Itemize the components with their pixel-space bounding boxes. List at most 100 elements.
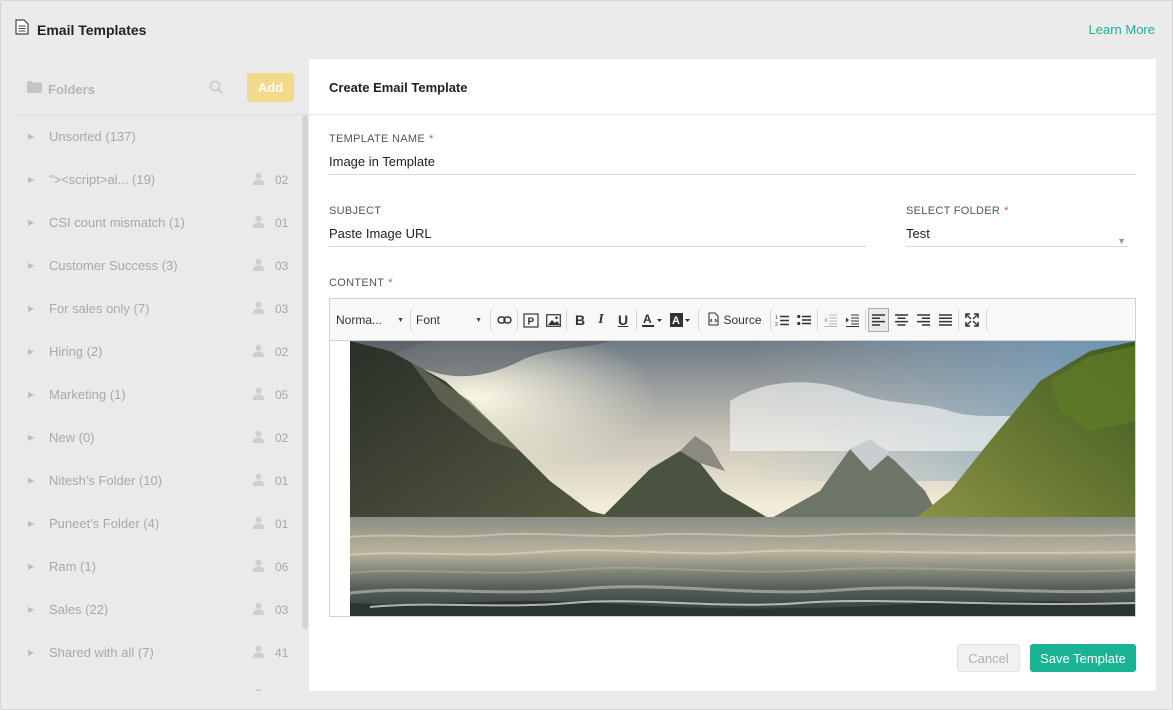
folder-list: ▶ Unsorted (137) ▶ "><script>al... (19) 02 ▶ C… [14,115,301,691]
shared-users-count: 03 [275,689,288,692]
format-dropdown[interactable]: Norma... ▼ [334,308,406,332]
outdent-icon[interactable] [820,308,840,332]
sidebar-item[interactable]: ▶ Nitesh's Folder (10) 01 [14,459,301,502]
shared-users-count: 02 [275,344,289,359]
sidebar-item-label: Unsorted (137) [49,129,136,144]
caret-right-icon[interactable]: ▶ [28,605,34,614]
subject-input[interactable]: Paste Image URL [329,223,866,247]
caret-right-icon[interactable]: ▶ [28,132,34,141]
caret-right-icon[interactable]: ▶ [28,261,34,270]
template-name-label-text: TEMPLATE NAME [329,133,425,145]
italic-icon[interactable]: I [591,308,611,332]
folder-select[interactable]: Test ▼ [906,223,1128,247]
shared-users-count: 01 [275,473,289,488]
sidebar-item[interactable]: ▶ For sales only (7) 03 [14,287,301,330]
sidebar-item[interactable]: ▶ Unsorted (137) [14,115,301,158]
user-icon [252,645,265,661]
paragraph-icon[interactable]: P [521,308,541,332]
cancel-button[interactable]: Cancel [957,644,1020,672]
caret-right-icon[interactable]: ▶ [28,519,34,528]
align-right-icon[interactable] [913,308,933,332]
sidebar-item[interactable]: ▶ Marketing (1) 05 [14,373,301,416]
template-name-input[interactable]: Image in Template [329,151,1136,175]
folders-header: Folders Add [14,59,308,115]
caret-right-icon[interactable]: ▶ [28,476,34,485]
sidebar-item[interactable]: ▶ New (0) 02 [14,416,301,459]
image-icon[interactable] [543,308,563,332]
sidebar-item[interactable]: ▶ Customer Success (3) 03 [14,244,301,287]
align-left-icon[interactable] [868,308,889,332]
caret-right-icon[interactable]: ▶ [28,304,34,313]
background-color-icon[interactable]: A [668,308,694,332]
svg-text:A: A [672,315,680,327]
caret-right-icon[interactable]: ▶ [28,347,34,356]
panel-header: Create Email Template [309,59,1156,115]
sidebar-scrollbar[interactable] [302,115,308,629]
underline-icon[interactable]: U [613,308,633,332]
align-center-icon[interactable] [891,308,911,332]
indent-icon[interactable] [842,308,862,332]
sidebar-item-label: Nitesh's Folder (10) [49,473,163,488]
toolbar-separator [865,310,866,330]
sidebar-item-label: Marketing (1) [49,387,126,402]
bold-icon[interactable]: B [570,308,590,332]
page-title: Email Templates [37,21,147,38]
sidebar-item-label: Puneet's Folder (4) [49,516,160,531]
toolbar-separator [517,310,518,330]
learn-more-link[interactable]: Learn More [1089,22,1155,37]
sidebar-item-label: Sm...y (1) [49,688,105,691]
required-mark: * [1004,205,1009,217]
caret-right-icon[interactable]: ▶ [28,433,34,442]
link-icon[interactable] [494,308,514,332]
source-button[interactable]: Source [702,308,768,332]
sidebar-item-label: Sales (22) [49,602,109,617]
sidebar-item[interactable]: ▶ "><script>al... (19) 02 [14,158,301,201]
folder-select-value: Test [906,226,930,241]
top-bar: Email Templates Learn More [1,1,1172,58]
font-dropdown[interactable]: Font ▼ [414,308,484,332]
numbered-list-icon[interactable]: 12 [772,308,792,332]
folder-icon [27,80,42,98]
content-label: CONTENT * [329,277,393,289]
sidebar-item[interactable]: ▶ CSI count mismatch (1) 01 [14,201,301,244]
search-icon[interactable] [209,80,224,100]
document-icon [15,19,29,40]
sidebar-item[interactable]: ▶ Shared with all (7) 41 [14,631,301,674]
caret-right-icon[interactable]: ▶ [28,648,34,657]
text-color-icon[interactable]: A [640,308,666,332]
sidebar-item[interactable]: ▶ Sales (22) 03 [14,588,301,631]
caret-right-icon[interactable]: ▶ [28,218,34,227]
toolbar-separator [770,310,771,330]
user-icon [252,172,265,188]
template-name-label: TEMPLATE NAME * [329,133,434,145]
sidebar-item[interactable]: ▶ Puneet's Folder (4) 01 [14,502,301,545]
select-folder-label-text: SELECT FOLDER [906,205,1001,217]
content-label-text: CONTENT [329,277,385,289]
sidebar-item[interactable]: ▶ Hiring (2) 02 [14,330,301,373]
create-template-panel: Create Email Template TEMPLATE NAME * Ima… [309,59,1156,691]
toolbar-separator [817,310,818,330]
page-header: Email Templates [15,19,146,40]
rich-text-editor: Norma... ▼ Font ▼ P B I U A A Source 1 2 [329,298,1136,617]
user-icon [252,258,265,274]
caret-right-icon[interactable]: ▶ [28,562,34,571]
svg-text:1: 1 [775,315,778,321]
add-folder-button[interactable]: Add [247,73,294,102]
sidebar-item-label: Shared with all (7) [49,645,154,660]
caret-right-icon[interactable]: ▶ [28,390,34,399]
source-label: Source [723,313,762,327]
chevron-down-icon: ▼ [397,316,404,324]
sidebar-item[interactable]: ▶Sm...y (1)03 [14,674,301,691]
sidebar-item[interactable]: ▶ Ram (1) 06 [14,545,301,588]
format-value: Norma... [336,313,383,327]
sidebar-item-label: Customer Success (3) [49,258,178,273]
maximize-icon[interactable] [962,308,982,332]
save-template-button[interactable]: Save Template [1030,644,1136,672]
landscape-image[interactable] [350,341,1135,616]
user-icon [252,301,265,317]
bulleted-list-icon[interactable] [794,308,814,332]
caret-right-icon[interactable]: ▶ [28,175,34,184]
editor-content-area[interactable] [330,341,1135,616]
justify-icon[interactable] [935,308,955,332]
required-mark: * [388,277,393,289]
